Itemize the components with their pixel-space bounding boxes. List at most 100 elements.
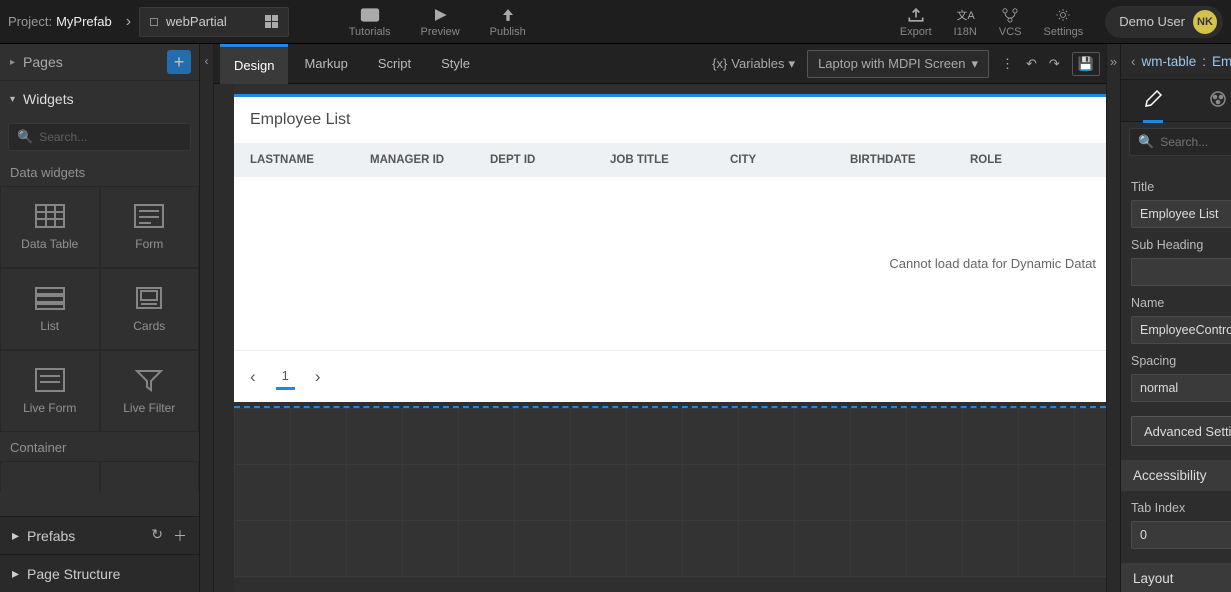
spacing-select[interactable]: normal [1131,374,1231,402]
col-birthdate[interactable]: BIRTHDATE [850,154,970,166]
vcs-button[interactable]: VCS [999,6,1022,38]
user-menu[interactable]: Demo User NK [1105,6,1223,38]
col-deptid[interactable]: DEPT ID [490,154,610,166]
gear-icon [1053,6,1073,24]
refresh-icon[interactable]: ↻ [151,526,163,546]
col-city[interactable]: CITY [730,154,850,166]
widgets-panel-header[interactable]: ▾Widgets [0,81,199,117]
widget-form[interactable]: Form [100,186,200,268]
widget-cards[interactable]: Cards [100,268,200,350]
top-actions: Tutorials Preview Publish [349,6,526,38]
data-table-component[interactable]: Employee List LASTNAME MANAGER ID DEPT I… [234,94,1106,402]
col-jobtitle[interactable]: JOB TITLE [610,154,730,166]
advanced-settings-button[interactable]: Advanced Settings [1131,416,1231,446]
caret-right-icon: ▸ [10,57,15,68]
preview-button[interactable]: Preview [421,6,460,38]
prefabs-panel-header[interactable]: ▸ Prefabs ↻＋ [0,516,199,554]
grid-icon [265,15,278,28]
chevron-down-icon: ▾ [971,56,978,72]
current-page-name: webPartial [166,14,227,29]
collapse-left-gutter[interactable]: ‹ [200,44,214,592]
selection-breadcrumb[interactable]: ‹wm-table: EmployeeControllerTable1 [1121,44,1231,80]
widgets-grid: Data Table Form List Cards Live Form Liv… [0,186,199,432]
editor-tabs: Design Markup Script Style {x}Variables▾… [214,44,1106,84]
tabindex-label: Tab Index [1131,501,1231,515]
tab-markup[interactable]: Markup [290,44,361,84]
chevron-right-icon[interactable]: › [126,13,131,31]
widget-data-table[interactable]: Data Table [0,186,100,268]
user-name: Demo User [1119,14,1185,29]
caret-right-icon: ▸ [12,565,19,582]
properties-tab-button[interactable] [1143,89,1163,123]
styles-tab-button[interactable] [1208,89,1228,112]
pager-next-button[interactable]: › [315,367,321,387]
chevron-left-icon[interactable]: ‹ [1131,54,1136,69]
publish-icon [498,6,518,24]
branch-icon [1000,6,1020,24]
caret-down-icon: ▾ [10,94,15,105]
name-input[interactable] [1131,316,1231,344]
collapse-right-gutter[interactable]: » [1106,44,1120,592]
layout-section[interactable]: Layout [1121,563,1231,592]
canvas-empty-area[interactable] [234,408,1106,578]
play-video-icon [360,6,380,24]
properties-search[interactable]: 🔍 [1129,128,1231,156]
chevron-down-icon: ▾ [789,56,796,72]
settings-button[interactable]: Settings [1044,6,1084,38]
table-header: LASTNAME MANAGER ID DEPT ID JOB TITLE CI… [234,143,1106,177]
tab-design[interactable]: Design [220,44,288,84]
export-icon [906,6,926,24]
name-label: Name [1131,296,1231,310]
tutorials-button[interactable]: Tutorials [349,6,391,38]
publish-button[interactable]: Publish [490,6,526,38]
accessibility-section[interactable]: Accessibility [1121,460,1231,491]
avatar: NK [1193,10,1217,34]
col-role[interactable]: ROLE [970,154,1090,166]
add-page-button[interactable]: + [167,50,191,74]
widget-container-1[interactable] [0,461,100,491]
widgets-search[interactable]: 🔍 [8,123,191,151]
subheading-input[interactable] [1131,258,1231,286]
design-canvas[interactable]: Employee List LASTNAME MANAGER ID DEPT I… [214,84,1106,592]
translate-icon: 文A [955,6,975,24]
properties-panel: ‹wm-table: EmployeeControllerTable1 🔍 Ti… [1120,44,1231,592]
undo-button[interactable]: ↶ [1026,56,1037,72]
widget-list[interactable]: List [0,268,100,350]
i18n-button[interactable]: 文A I18N [954,6,977,38]
add-prefab-button[interactable]: ＋ [173,526,187,546]
chevron-left-icon: ‹ [205,54,209,68]
page-selector[interactable]: webPartial [139,7,289,37]
ruler-gutter [214,84,234,592]
save-button[interactable]: 💾 [1072,52,1100,76]
editor-area: ‹ Design Markup Script Style {x}Variable… [200,44,1120,592]
col-managerid[interactable]: MANAGER ID [370,154,490,166]
tabindex-input[interactable] [1131,521,1231,549]
pager-prev-button[interactable]: ‹ [250,367,256,387]
redo-button[interactable]: ↷ [1049,56,1060,72]
variables-button[interactable]: {x}Variables▾ [712,56,795,72]
properties-search-input[interactable] [1160,135,1231,149]
widget-live-filter[interactable]: Live Filter [100,350,200,432]
widget-live-form[interactable]: Live Form [0,350,100,432]
export-button[interactable]: Export [900,6,932,38]
table-error-message: Cannot load data for Dynamic Datat [889,256,1096,271]
widgets-search-input[interactable] [39,130,194,144]
project-name: MyPrefab [56,14,112,29]
pager-page-number[interactable]: 1 [276,364,295,390]
tab-style[interactable]: Style [427,44,484,84]
tab-script[interactable]: Script [364,44,425,84]
svg-text:文A: 文A [957,8,975,22]
more-icon[interactable]: ⋮ [1001,56,1014,72]
title-input[interactable] [1131,200,1231,228]
search-icon: 🔍 [1138,134,1154,150]
widget-container-2[interactable] [100,461,200,491]
title-label: Title [1131,180,1231,194]
device-selector[interactable]: Laptop with MDPI Screen▾ [807,50,989,78]
col-lastname[interactable]: LASTNAME [250,154,370,166]
property-tabs [1121,80,1231,122]
pages-panel-header[interactable]: ▸Pages + [0,44,199,81]
page-structure-panel-header[interactable]: ▸ Page Structure [0,554,199,592]
chevron-right-icon: » [1110,54,1117,69]
table-body: Cannot load data for Dynamic Datat [234,177,1106,350]
search-icon: 🔍 [17,129,33,145]
